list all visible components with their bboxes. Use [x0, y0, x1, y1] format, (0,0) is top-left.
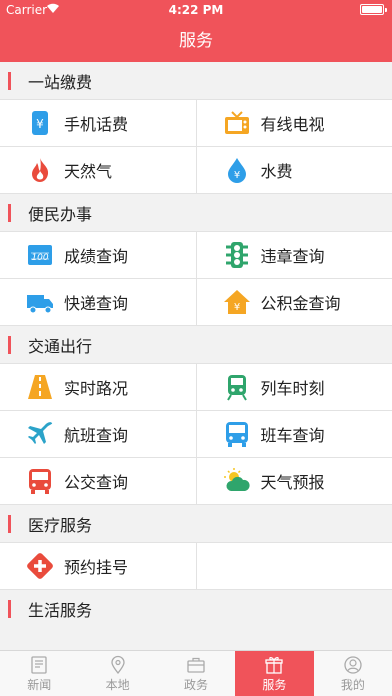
grid-row: 实时路况 列车时刻 — [0, 364, 392, 411]
tab-local[interactable]: 本地 — [78, 651, 156, 696]
section-header-convenience: 便民办事 — [0, 194, 392, 231]
service-label: 违章查询 — [260, 247, 325, 266]
tab-label: 新闻 — [27, 677, 52, 692]
section-grid-transport: 实时路况 列车时刻 航班查询 班车查询 公交查询 天气预报 — [0, 363, 392, 505]
service-label: 天气预报 — [260, 473, 325, 492]
battery-icon — [360, 4, 387, 15]
location-pin-icon — [110, 655, 125, 674]
tab-news[interactable]: 新闻 — [0, 651, 78, 696]
service-label: 手机话费 — [64, 115, 129, 134]
section-accent-bar — [8, 204, 11, 222]
service-delivery[interactable]: 快递查询 — [0, 279, 197, 325]
section-accent-bar — [8, 600, 11, 618]
grid-row: 快递查询 ¥ 公积金查询 — [0, 279, 392, 326]
service-label: 实时路况 — [64, 379, 129, 398]
housing-fund-icon: ¥ — [223, 288, 251, 316]
section-title: 一站缴费 — [28, 72, 93, 92]
section-title: 医疗服务 — [28, 515, 93, 535]
weather-icon — [223, 467, 251, 495]
service-flight[interactable]: 航班查询 — [0, 411, 197, 457]
service-housing-fund[interactable]: ¥ 公积金查询 — [197, 279, 392, 325]
service-label: 公交查询 — [64, 473, 129, 492]
service-label: 天然气 — [64, 162, 113, 181]
status-time: 4:22 PM — [168, 3, 224, 17]
road-icon — [26, 373, 54, 401]
services-list[interactable]: 一站缴费 ¥ 手机话费 有线电视 天然气 ¥ 水费 便民办事 100 成绩查询 … — [0, 62, 392, 650]
section-grid-medical: 预约挂号 — [0, 542, 392, 590]
airplane-icon — [26, 420, 54, 448]
service-weather[interactable]: 天气预报 — [197, 458, 392, 504]
service-shuttle[interactable]: 班车查询 — [197, 411, 392, 457]
score-icon: 100 — [26, 241, 54, 269]
svg-text:¥: ¥ — [36, 117, 44, 131]
tab-label: 政务 — [184, 677, 209, 692]
medical-cross-icon — [26, 552, 54, 580]
service-mobile-bill[interactable]: ¥ 手机话费 — [0, 100, 197, 146]
service-appointment[interactable]: 预约挂号 — [0, 543, 197, 589]
tab-label: 我的 — [340, 677, 365, 692]
tab-label: 服务 — [262, 677, 287, 692]
shuttle-bus-icon — [223, 420, 251, 448]
service-label: 列车时刻 — [260, 379, 325, 398]
service-score[interactable]: 100 成绩查询 — [0, 232, 197, 278]
gift-icon — [265, 656, 284, 674]
section-title: 生活服务 — [28, 600, 93, 620]
grid-row: 公交查询 天气预报 — [0, 458, 392, 505]
news-icon — [31, 655, 47, 674]
section-header-transport: 交通出行 — [0, 326, 392, 363]
water-drop-icon: ¥ — [223, 156, 251, 184]
grid-row: ¥ 手机话费 有线电视 — [0, 100, 392, 147]
nav-bar: 服务 — [0, 20, 392, 62]
section-header-medical: 医疗服务 — [0, 505, 392, 542]
page-title: 服务 — [179, 31, 213, 51]
empty-cell — [197, 543, 392, 589]
service-label: 快递查询 — [64, 294, 129, 313]
section-accent-bar — [8, 72, 11, 90]
service-road-traffic[interactable]: 实时路况 — [0, 364, 197, 410]
section-header-life: 生活服务 — [0, 590, 392, 627]
svg-text:¥: ¥ — [233, 302, 239, 313]
bus-icon — [26, 467, 54, 495]
tab-label: 本地 — [105, 677, 130, 692]
service-label: 水费 — [260, 162, 293, 181]
service-cable-tv[interactable]: 有线电视 — [197, 100, 392, 146]
service-label: 航班查询 — [64, 426, 129, 445]
delivery-truck-icon — [26, 288, 54, 316]
tv-icon — [223, 109, 251, 137]
section-header-payment: 一站缴费 — [0, 62, 392, 99]
tab-bar: 新闻 本地 政务 服务 我的 — [0, 650, 392, 696]
grid-row: 预约挂号 — [0, 543, 392, 590]
service-label: 预约挂号 — [64, 558, 129, 577]
service-bus[interactable]: 公交查询 — [0, 458, 197, 504]
section-accent-bar — [8, 515, 11, 533]
grid-row: 天然气 ¥ 水费 — [0, 147, 392, 194]
service-label: 有线电视 — [260, 115, 325, 134]
train-icon — [223, 373, 251, 401]
tab-mine[interactable]: 我的 — [314, 651, 392, 696]
status-bar: Carrier 4:22 PM — [0, 0, 392, 20]
service-gas[interactable]: 天然气 — [0, 147, 197, 193]
service-label: 成绩查询 — [64, 247, 129, 266]
service-violation[interactable]: 违章查询 — [197, 232, 392, 278]
svg-text:¥: ¥ — [233, 170, 239, 181]
section-title: 交通出行 — [28, 336, 93, 356]
svg-text:100: 100 — [31, 253, 48, 263]
tab-government[interactable]: 政务 — [157, 651, 235, 696]
grid-row: 100 成绩查询 违章查询 — [0, 232, 392, 279]
section-grid-convenience: 100 成绩查询 违章查询 快递查询 ¥ 公积金查询 — [0, 231, 392, 326]
traffic-light-icon — [223, 241, 251, 269]
user-icon — [344, 655, 362, 674]
service-train-schedule[interactable]: 列车时刻 — [197, 364, 392, 410]
section-title: 便民办事 — [28, 204, 93, 224]
section-accent-bar — [8, 336, 11, 354]
gas-flame-icon — [26, 156, 54, 184]
service-label: 班车查询 — [260, 426, 325, 445]
service-label: 公积金查询 — [260, 294, 341, 313]
grid-row: 航班查询 班车查询 — [0, 411, 392, 458]
section-grid-payment: ¥ 手机话费 有线电视 天然气 ¥ 水费 — [0, 99, 392, 194]
briefcase-icon — [187, 657, 205, 673]
service-water[interactable]: ¥ 水费 — [197, 147, 392, 193]
tab-services[interactable]: 服务 — [235, 651, 314, 696]
mobile-bill-icon: ¥ — [26, 109, 54, 137]
